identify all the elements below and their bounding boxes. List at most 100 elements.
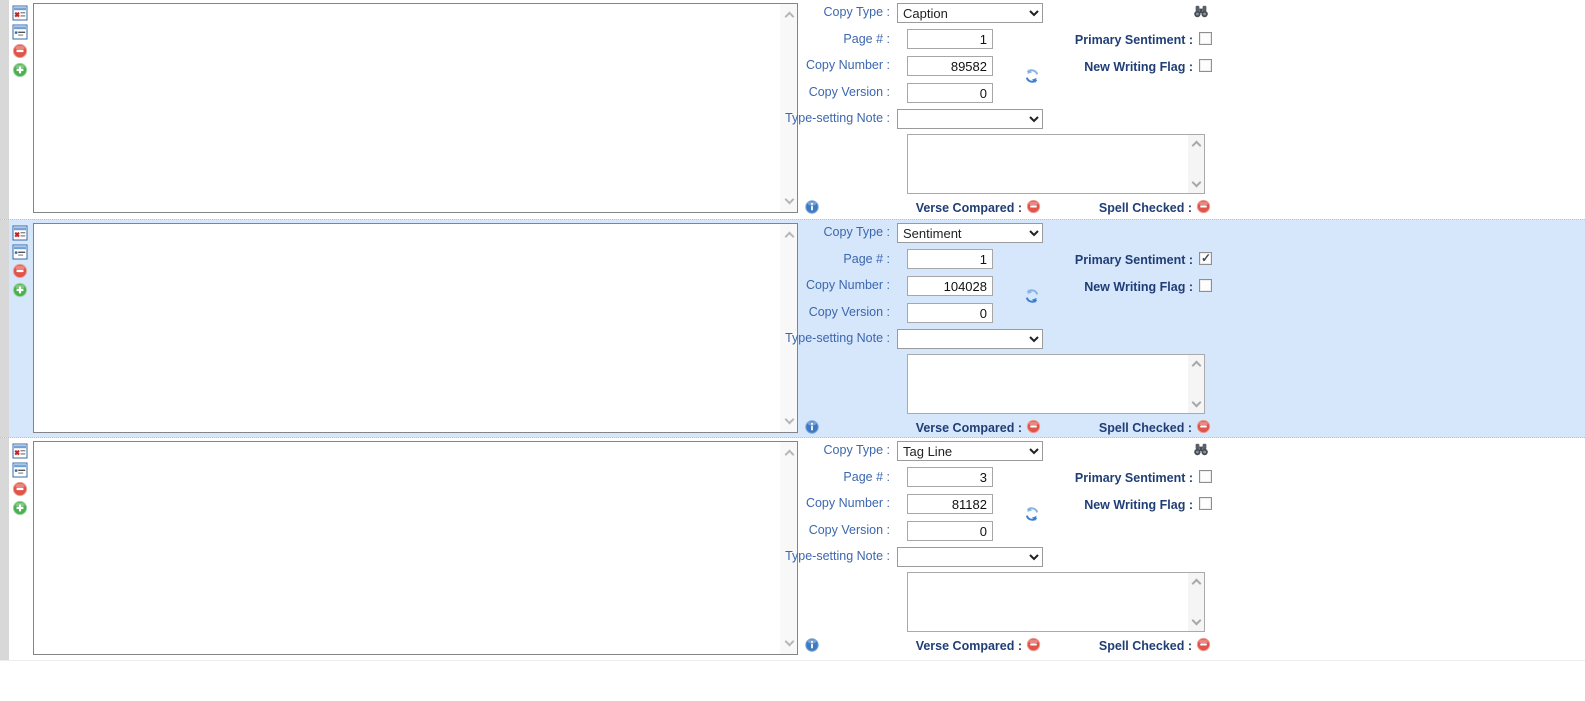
primary-sentiment-checkbox[interactable]	[1199, 32, 1212, 45]
add-row-icon[interactable]	[12, 500, 28, 516]
row-gutter	[0, 220, 9, 437]
new-writing-flag-label: New Writing Flag :	[1003, 60, 1193, 74]
remove-row-icon[interactable]	[12, 481, 28, 497]
row-gutter	[0, 438, 9, 660]
primary-sentiment-label: Primary Sentiment :	[1003, 253, 1193, 267]
copy-number-label: Copy Number :	[703, 278, 890, 292]
type-setting-note-select[interactable]	[897, 547, 1043, 567]
note-details-icon[interactable]	[12, 244, 28, 260]
copy-text-container	[33, 3, 798, 213]
copy-text-input[interactable]	[34, 224, 797, 432]
copy-text-input[interactable]	[34, 4, 797, 212]
note-text-container	[907, 354, 1205, 414]
primary-sentiment-label: Primary Sentiment :	[1003, 471, 1193, 485]
scroll-up-icon[interactable]	[1192, 361, 1202, 371]
spell-checked-label: Spell Checked :	[1002, 421, 1192, 435]
copy-row-1: Copy Type : Caption Page # : Copy Number…	[0, 0, 1585, 219]
spell-checked-status-icon[interactable]	[1196, 419, 1211, 439]
copy-text-input[interactable]	[34, 442, 797, 654]
page-number-input[interactable]	[907, 29, 993, 49]
page-number-input[interactable]	[907, 467, 993, 487]
scrollbar[interactable]	[1188, 135, 1204, 193]
primary-sentiment-checkbox[interactable]	[1199, 470, 1212, 483]
copy-number-label: Copy Number :	[703, 496, 890, 510]
note-details-icon[interactable]	[12, 462, 28, 478]
scroll-down-icon[interactable]	[1192, 178, 1202, 188]
page-number-label: Page # :	[703, 252, 890, 266]
spell-checked-status-icon[interactable]	[1196, 199, 1211, 219]
add-row-icon[interactable]	[12, 62, 28, 78]
scroll-down-icon[interactable]	[785, 637, 795, 647]
scroll-up-icon[interactable]	[1192, 141, 1202, 151]
row-actions	[12, 225, 28, 298]
copy-type-select[interactable]: Sentiment	[897, 223, 1043, 243]
copy-type-select[interactable]: Tag Line	[897, 441, 1043, 461]
type-setting-note-label: Type-setting Note :	[703, 549, 890, 563]
copy-number-label: Copy Number :	[703, 58, 890, 72]
copy-editor-page: Copy Type : Caption Page # : Copy Number…	[0, 0, 1585, 701]
copy-version-input[interactable]	[907, 303, 993, 323]
note-text-container	[907, 572, 1205, 632]
copy-number-input[interactable]	[907, 276, 993, 296]
verse-compared-label: Verse Compared :	[832, 639, 1022, 653]
new-writing-flag-checkbox[interactable]	[1199, 497, 1212, 510]
page-number-label: Page # :	[703, 32, 890, 46]
delete-note-icon[interactable]	[12, 443, 28, 459]
note-text-input[interactable]	[908, 135, 1204, 193]
remove-row-icon[interactable]	[12, 263, 28, 279]
binoculars-icon[interactable]	[1194, 5, 1208, 23]
note-details-icon[interactable]	[12, 24, 28, 40]
copy-number-input[interactable]	[907, 494, 993, 514]
copy-text-container	[33, 223, 798, 433]
row-gutter	[0, 0, 9, 219]
copy-version-label: Copy Version :	[703, 305, 890, 319]
copy-type-label: Copy Type :	[703, 443, 890, 457]
scroll-down-icon[interactable]	[1192, 616, 1202, 626]
delete-note-icon[interactable]	[12, 225, 28, 241]
type-setting-note-label: Type-setting Note :	[703, 331, 890, 345]
copy-version-input[interactable]	[907, 521, 993, 541]
type-setting-note-select[interactable]	[897, 109, 1043, 129]
info-circle-icon[interactable]	[805, 200, 819, 219]
scroll-down-icon[interactable]	[1192, 398, 1202, 408]
delete-note-icon[interactable]	[12, 5, 28, 21]
scroll-down-icon[interactable]	[785, 195, 795, 205]
scrollbar[interactable]	[1188, 355, 1204, 413]
new-writing-flag-label: New Writing Flag :	[1003, 280, 1193, 294]
new-writing-flag-label: New Writing Flag :	[1003, 498, 1193, 512]
binoculars-icon[interactable]	[1194, 443, 1208, 461]
add-row-icon[interactable]	[12, 282, 28, 298]
copy-number-input[interactable]	[907, 56, 993, 76]
remove-row-icon[interactable]	[12, 43, 28, 59]
primary-sentiment-label: Primary Sentiment :	[1003, 33, 1193, 47]
page-number-input[interactable]	[907, 249, 993, 269]
copy-version-label: Copy Version :	[703, 85, 890, 99]
note-text-container	[907, 134, 1205, 194]
page-number-label: Page # :	[703, 470, 890, 484]
scroll-down-icon[interactable]	[785, 415, 795, 425]
note-text-input[interactable]	[908, 573, 1204, 631]
type-setting-note-label: Type-setting Note :	[703, 111, 890, 125]
copy-type-label: Copy Type :	[703, 225, 890, 239]
verse-compared-label: Verse Compared :	[832, 201, 1022, 215]
new-writing-flag-checkbox[interactable]	[1199, 279, 1212, 292]
row-actions	[12, 5, 28, 78]
spell-checked-label: Spell Checked :	[1002, 201, 1192, 215]
spell-checked-status-icon[interactable]	[1196, 637, 1211, 657]
info-circle-icon[interactable]	[805, 420, 819, 439]
copy-row-3: Copy Type : Tag Line Page # : Copy Numbe…	[0, 438, 1585, 661]
copy-text-container	[33, 441, 798, 655]
new-writing-flag-checkbox[interactable]	[1199, 59, 1212, 72]
copy-version-input[interactable]	[907, 83, 993, 103]
scroll-up-icon[interactable]	[1192, 579, 1202, 589]
scrollbar[interactable]	[1188, 573, 1204, 631]
spell-checked-label: Spell Checked :	[1002, 639, 1192, 653]
info-circle-icon[interactable]	[805, 638, 819, 657]
note-text-input[interactable]	[908, 355, 1204, 413]
row-actions	[12, 443, 28, 516]
verse-compared-label: Verse Compared :	[832, 421, 1022, 435]
type-setting-note-select[interactable]	[897, 329, 1043, 349]
copy-type-select[interactable]: Caption	[897, 3, 1043, 23]
copy-type-label: Copy Type :	[703, 5, 890, 19]
primary-sentiment-checkbox[interactable]	[1199, 252, 1212, 265]
